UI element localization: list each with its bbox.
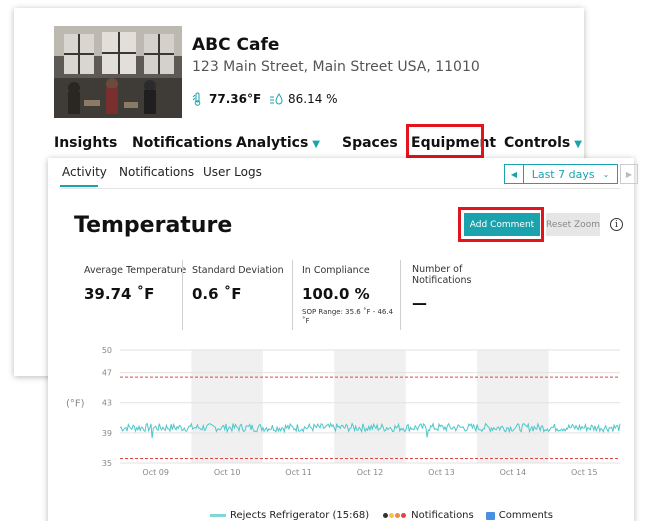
screenshot-stage: ABC Cafe 123 Main Street, Main Street US…	[0, 0, 650, 521]
store-humidity: 86.14 %	[269, 92, 338, 106]
legend-notifications-label: Notifications	[411, 510, 474, 521]
caret-left-icon: ◀	[510, 169, 518, 179]
date-range-picker: ◀ Last 7 days ⌄ ▶	[504, 164, 638, 184]
stat-average-value: 39.74 ˚F	[84, 285, 155, 303]
stat-stddev-label: Standard Deviation	[192, 265, 284, 276]
store-address: 123 Main Street, Main Street USA, 11010	[192, 59, 480, 75]
nav-controls-label: Controls	[504, 135, 571, 151]
chevron-down-icon: ⌄	[602, 169, 610, 179]
tabs-divider	[60, 188, 620, 189]
stat-divider	[292, 260, 293, 330]
equipment-activity-card: Activity Notifications User Logs ◀ Last …	[48, 158, 638, 521]
chart-legend: Rejects Refrigerator (15:68) Notificatio…	[210, 510, 553, 521]
store-name: ABC Cafe	[192, 35, 280, 55]
reset-zoom-button[interactable]: Reset Zoom	[546, 213, 600, 236]
panel-title: Temperature	[74, 213, 233, 238]
nav-analytics-label: Analytics	[236, 135, 309, 151]
chart-day-band	[477, 350, 549, 463]
y-tick-label: 50	[102, 346, 112, 355]
stat-stddev-value: 0.6 ˚F	[192, 285, 242, 303]
caret-down-icon: ▼	[574, 139, 582, 150]
legend-series-swatch	[210, 514, 226, 517]
thermometer-icon	[192, 92, 201, 106]
previous-range-button[interactable]: ◀	[504, 164, 524, 184]
add-comment-highlight-box	[458, 207, 544, 242]
comment-icon	[485, 511, 495, 520]
nav-notifications[interactable]: Notifications	[132, 135, 232, 151]
stat-divider	[400, 260, 401, 330]
nav-analytics[interactable]: Analytics ▼	[236, 135, 320, 151]
store-humidity-value: 86.14 %	[288, 92, 338, 106]
humidity-icon	[270, 93, 283, 105]
stat-notifications-value: —	[412, 294, 427, 312]
info-icon[interactable]: i	[610, 218, 623, 231]
store-photo	[54, 26, 182, 118]
date-range-select[interactable]: Last 7 days ⌄	[524, 164, 618, 184]
nav-insights-label: Insights	[54, 135, 118, 151]
legend-notifications-dots	[383, 513, 407, 518]
stat-compliance-sop-range: SOP Range: 35.6 ˚F - 46.4 ˚F	[302, 308, 394, 325]
nav-spaces-label: Spaces	[342, 135, 398, 151]
legend-comments-label: Comments	[498, 510, 553, 521]
equipment-highlight-box	[406, 124, 484, 158]
legend-series-label: Rejects Refrigerator (15:68)	[230, 510, 370, 521]
chart-day-band	[191, 350, 263, 463]
y-tick-label: 47	[102, 369, 112, 378]
tab-notifications[interactable]: Notifications	[119, 165, 194, 179]
main-nav: Insights Notifications Analytics ▼ Spaces…	[14, 131, 584, 157]
tab-user-logs-label: User Logs	[203, 165, 262, 179]
y-tick-label: 39	[102, 429, 112, 438]
store-temperature: 77.36°F	[192, 92, 261, 106]
x-tick-label: Oct 09	[142, 468, 169, 477]
tab-activity-label: Activity	[62, 165, 107, 179]
nav-controls[interactable]: Controls ▼	[504, 135, 582, 151]
y-axis-unit-label: (°F)	[66, 399, 85, 410]
x-tick-label: Oct 13	[428, 468, 455, 477]
nav-insights[interactable]: Insights	[54, 135, 117, 151]
stat-notifications-label: Number of Notifications	[412, 264, 472, 286]
x-tick-label: Oct 11	[285, 468, 312, 477]
active-tab-indicator	[60, 185, 98, 187]
nav-notifications-label: Notifications	[132, 135, 233, 151]
date-range-label: Last 7 days	[531, 167, 595, 181]
temperature-chart[interactable]: 35 39 43 47 50 Oct 09 Oct 10 Oct 11 Oct 12 Oct 1…	[48, 338, 634, 478]
tab-notifications-label: Notifications	[119, 165, 195, 179]
nav-spaces[interactable]: Spaces	[342, 135, 398, 151]
store-temperature-value: 77.36°F	[209, 92, 262, 106]
stat-average-label: Average Temperature	[84, 265, 187, 276]
x-tick-label: Oct 15	[571, 468, 598, 477]
y-tick-label: 35	[102, 459, 112, 468]
x-tick-label: Oct 10	[214, 468, 241, 477]
x-tick-label: Oct 14	[500, 468, 527, 477]
stat-compliance-value: 100.0 %	[302, 285, 370, 303]
caret-right-icon: ▶	[625, 169, 633, 179]
stat-divider	[182, 260, 183, 330]
x-tick-label: Oct 12	[357, 468, 384, 477]
y-tick-label: 43	[102, 399, 112, 408]
chart-day-band	[334, 350, 406, 463]
tab-activity[interactable]: Activity	[62, 165, 107, 179]
stat-compliance-label: In Compliance	[302, 265, 370, 276]
tab-user-logs[interactable]: User Logs	[203, 165, 262, 179]
next-range-button[interactable]: ▶	[620, 164, 638, 184]
caret-down-icon: ▼	[312, 139, 320, 150]
